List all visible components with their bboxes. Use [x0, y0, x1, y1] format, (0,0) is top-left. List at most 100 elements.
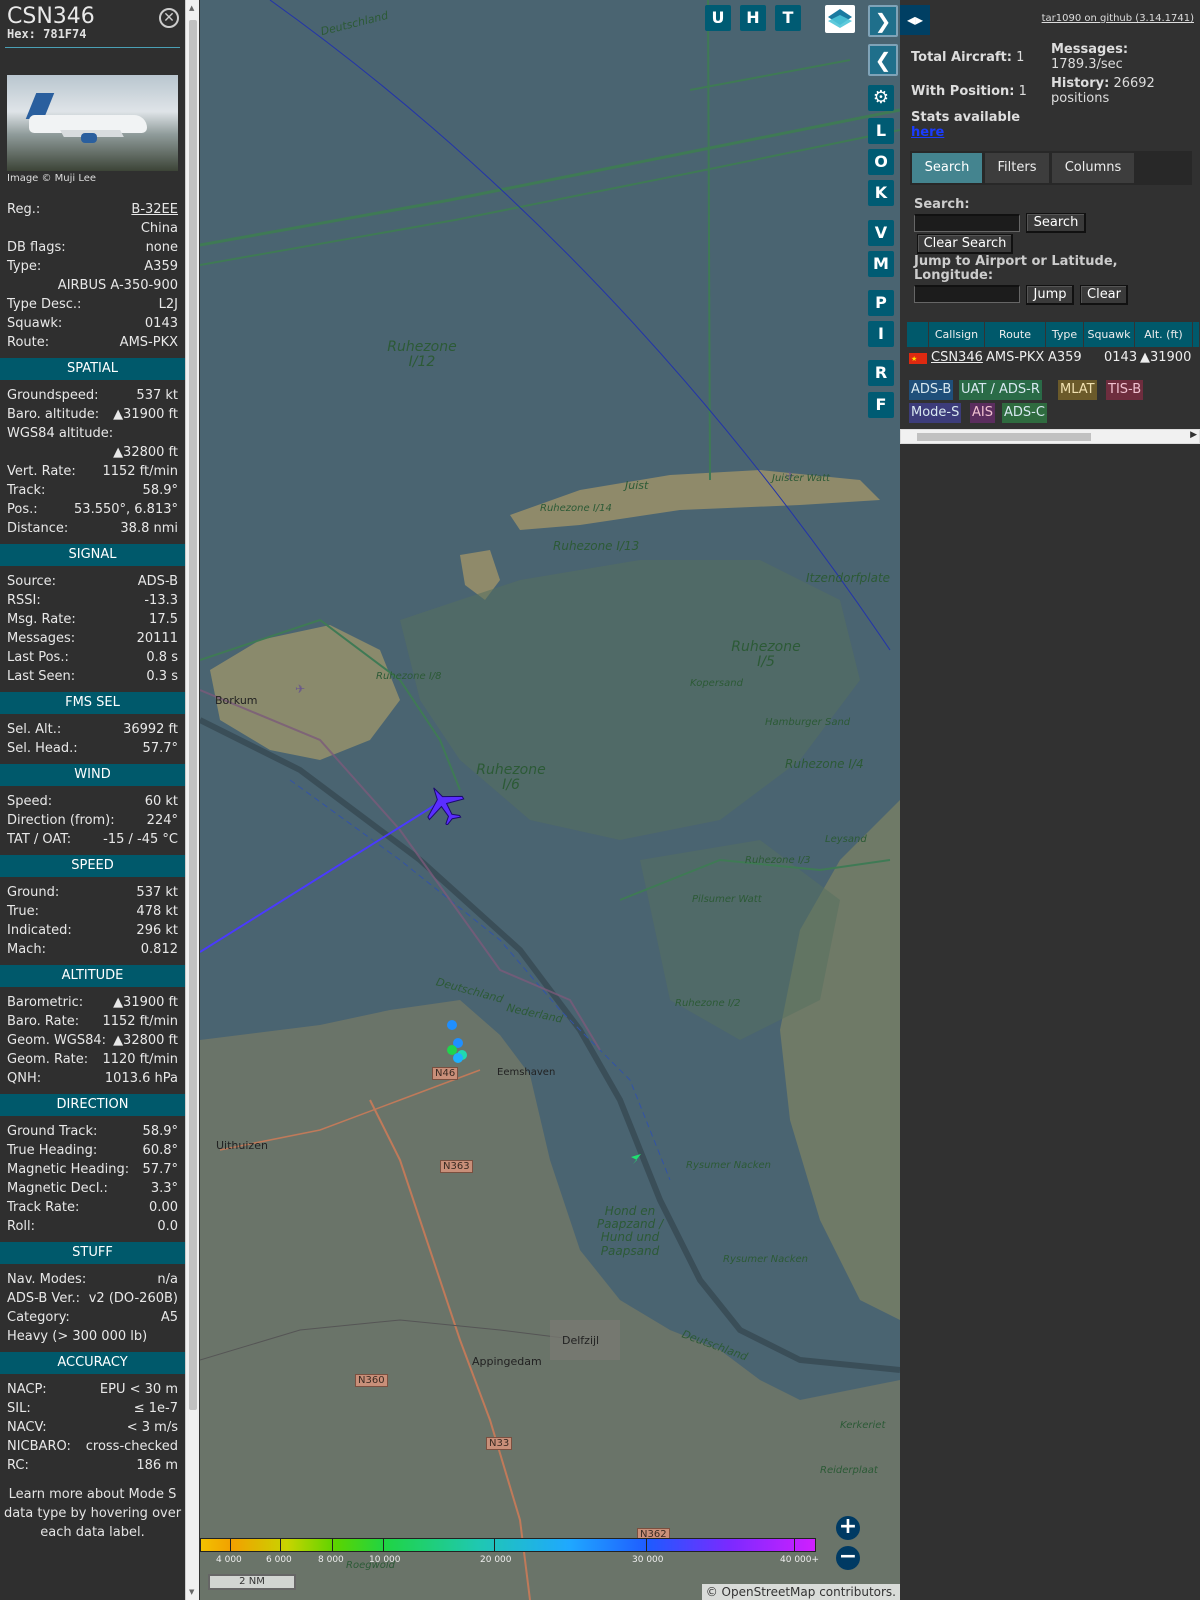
info-key[interactable]: Baro. Rate:: [7, 1012, 79, 1031]
info-key[interactable]: Roll:: [7, 1217, 35, 1236]
info-key[interactable]: Msg. Rate:: [7, 610, 76, 629]
info-key[interactable]: Ground Track:: [7, 1122, 97, 1141]
info-key[interactable]: QNH:: [7, 1069, 41, 1088]
jump-input[interactable]: [914, 285, 1020, 303]
info-key[interactable]: Direction (from):: [7, 811, 115, 830]
clear-search-button[interactable]: Clear Search: [917, 234, 1013, 254]
expand-right-button[interactable]: ❯: [868, 5, 898, 37]
info-key[interactable]: Type Desc.:: [7, 295, 81, 314]
aircraft-icon[interactable]: [422, 785, 466, 827]
collapse-left-button[interactable]: ❮: [868, 44, 898, 76]
map-button-o[interactable]: O: [868, 149, 894, 175]
squawk-column-header[interactable]: Squawk: [1084, 322, 1135, 347]
map-button-r[interactable]: R: [868, 360, 894, 386]
info-key[interactable]: NACP:: [7, 1380, 47, 1399]
altitude-column-header[interactable]: Alt. (ft): [1135, 322, 1193, 347]
info-key[interactable]: TAT / OAT:: [7, 830, 71, 849]
type-column-header[interactable]: Type: [1046, 322, 1084, 347]
sidebar-scrollbar[interactable]: ▲ ▼: [185, 0, 199, 1600]
info-key[interactable]: Category:: [7, 1308, 70, 1327]
info-key[interactable]: Ground:: [7, 883, 59, 902]
clear-button[interactable]: Clear: [1080, 285, 1128, 305]
info-key[interactable]: ADS-B Ver.:: [7, 1289, 80, 1308]
map-button-f[interactable]: F: [868, 392, 894, 418]
tab-search[interactable]: Search: [912, 153, 982, 183]
info-key[interactable]: Squawk:: [7, 314, 62, 333]
info-key[interactable]: Messages:: [7, 629, 75, 648]
row-callsign[interactable]: CSN346: [931, 348, 983, 368]
info-key[interactable]: Pos.:: [7, 500, 38, 519]
map-button-u[interactable]: U: [705, 5, 731, 31]
info-key[interactable]: Sel. Head.:: [7, 739, 78, 758]
hscroll-thumb[interactable]: [917, 433, 1091, 441]
map-button-i[interactable]: I: [868, 321, 894, 347]
info-key[interactable]: NICBARO:: [7, 1437, 71, 1456]
map-button-v[interactable]: V: [868, 220, 894, 246]
info-key[interactable]: Last Seen:: [7, 667, 75, 686]
scroll-down-arrow-icon[interactable]: ▼: [189, 1588, 194, 1596]
info-key[interactable]: Baro. altitude:: [7, 405, 99, 424]
stats-link[interactable]: here: [911, 125, 944, 140]
callsign-column-header[interactable]: Callsign: [929, 322, 985, 347]
aircraft-photo[interactable]: [7, 75, 178, 171]
registration-link[interactable]: B-32EE: [131, 200, 178, 219]
info-key[interactable]: Vert. Rate:: [7, 462, 76, 481]
tab-filters[interactable]: Filters: [985, 153, 1049, 183]
info-row: Distance: 38.8 nmi: [7, 519, 178, 538]
info-key[interactable]: Last Pos.:: [7, 648, 69, 667]
source-badge-mlat: MLAT: [1058, 380, 1097, 400]
tab-columns[interactable]: Columns: [1052, 153, 1134, 183]
info-key[interactable]: SIL:: [7, 1399, 31, 1418]
info-key[interactable]: Source:: [7, 572, 56, 591]
map-view[interactable]: ✈ ✈ Deutschland Ruhezone I/12 Juist Juister…: [200, 0, 900, 1600]
scroll-right-arrow-icon[interactable]: ▶: [1190, 430, 1197, 440]
row-squawk: 0143: [1104, 348, 1138, 368]
map-button-k[interactable]: K: [868, 180, 894, 206]
close-icon[interactable]: ✕: [159, 8, 179, 28]
info-key[interactable]: Groundspeed:: [7, 386, 98, 405]
route-column-header[interactable]: Route: [985, 322, 1046, 347]
zoom-out-button[interactable]: −: [836, 1546, 860, 1570]
info-key[interactable]: Distance:: [7, 519, 68, 538]
info-key[interactable]: Sel. Alt.:: [7, 720, 61, 739]
scroll-up-arrow-icon[interactable]: ▲: [189, 4, 194, 12]
info-key[interactable]: WGS84 altitude:: [7, 424, 113, 443]
table-horizontal-scrollbar[interactable]: ▶: [900, 429, 1200, 444]
map-button-m[interactable]: M: [868, 251, 894, 277]
info-key[interactable]: Track:: [7, 481, 45, 500]
settings-button[interactable]: ⚙: [868, 85, 894, 111]
info-key[interactable]: Route:: [7, 333, 49, 352]
info-key[interactable]: True:: [7, 902, 39, 921]
toggle-panel-button[interactable]: ◂▸: [900, 5, 930, 35]
info-key[interactable]: Magnetic Heading:: [7, 1160, 129, 1179]
map-button-h[interactable]: H: [740, 5, 766, 31]
github-link[interactable]: tar1090 on github (3.14.1741): [1042, 13, 1194, 24]
scroll-thumb[interactable]: [189, 20, 197, 1410]
info-key[interactable]: RSSI:: [7, 591, 41, 610]
jump-button[interactable]: Jump: [1026, 285, 1074, 305]
info-key[interactable]: Indicated:: [7, 921, 72, 940]
info-key[interactable]: NACV:: [7, 1418, 47, 1437]
info-key[interactable]: Geom. Rate:: [7, 1050, 88, 1069]
zoom-in-button[interactable]: +: [836, 1516, 860, 1540]
map-button-p[interactable]: P: [868, 290, 894, 316]
info-key[interactable]: True Heading:: [7, 1141, 97, 1160]
info-key[interactable]: RC:: [7, 1456, 29, 1475]
layers-button[interactable]: [825, 5, 855, 33]
info-key[interactable]: Track Rate:: [7, 1198, 79, 1217]
osm-link[interactable]: OpenStreetMap: [722, 1585, 816, 1599]
info-key[interactable]: Heavy (> 300 000 lb): [7, 1327, 147, 1346]
info-key[interactable]: DB flags:: [7, 238, 66, 257]
search-input[interactable]: [914, 214, 1020, 232]
map-button-t[interactable]: T: [775, 5, 801, 31]
info-key[interactable]: Magnetic Decl.:: [7, 1179, 108, 1198]
info-key[interactable]: Barometric:: [7, 993, 83, 1012]
info-key[interactable]: Mach:: [7, 940, 46, 959]
map-button-l[interactable]: L: [868, 118, 894, 144]
info-key[interactable]: Reg.:: [7, 200, 40, 219]
info-key[interactable]: Geom. WGS84:: [7, 1031, 106, 1050]
info-key[interactable]: Speed:: [7, 792, 52, 811]
info-key[interactable]: Type:: [7, 257, 41, 276]
info-key[interactable]: Nav. Modes:: [7, 1270, 86, 1289]
search-button[interactable]: Search: [1026, 213, 1086, 233]
